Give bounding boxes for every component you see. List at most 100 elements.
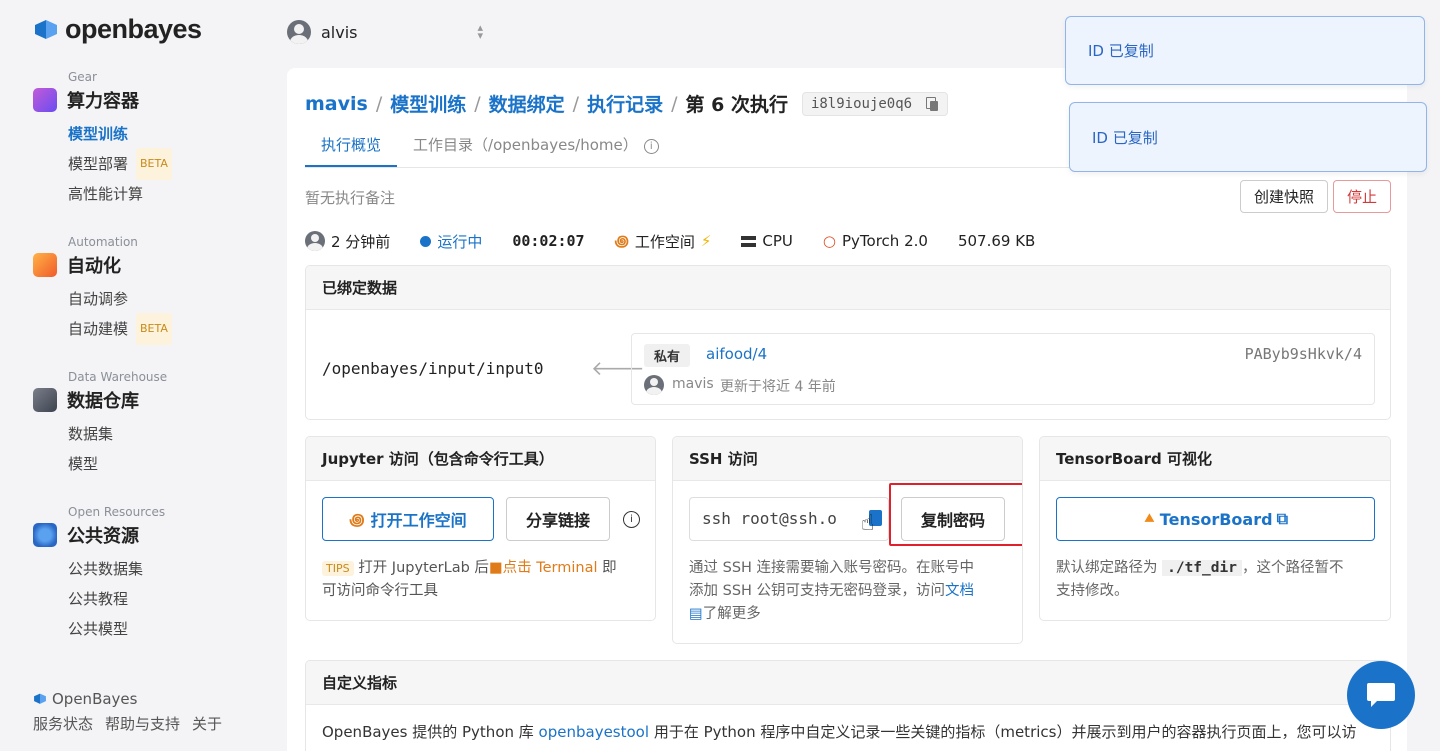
community-icon <box>33 523 57 547</box>
dataset-card[interactable]: 私有 aifood/4 PAByb9sHkvk/4 mavis 更新于将近 4 … <box>631 333 1375 405</box>
page-title: 第 6 次执行 <box>685 94 788 116</box>
stop-button[interactable]: 停止 <box>1333 180 1391 213</box>
sidebar-item-model-deploy[interactable]: 模型部署 BETA <box>68 148 172 180</box>
nav-section-automation: Automation 自动化 自动调参 自动建模 BETA <box>33 235 172 345</box>
meta-workspace-text: 工作空间 <box>634 232 695 251</box>
tensorboard-description: 默认绑定路径为 ./tf_dir ，这个路径暂不 支持修改。 <box>1056 557 1378 603</box>
status-text: 运行中 <box>437 232 483 251</box>
copy-icon[interactable] <box>926 96 939 111</box>
highlight-box <box>889 483 1022 546</box>
breadcrumb-separator: / <box>474 92 481 115</box>
private-badge: 私有 <box>644 344 691 367</box>
sidebar-item-models[interactable]: 模型 <box>68 449 167 479</box>
breadcrumb-item[interactable]: 执行记录 <box>587 90 663 117</box>
ssh-panel: SSH 访问 ssh root@ssh.o ☝ 复制密码 通过 SSH 连接需要… <box>672 436 1023 644</box>
tensorboard-button[interactable]: ⯅ TensorBoard ⧉ <box>1056 497 1375 541</box>
nav-section-title[interactable]: 算力容器 <box>67 87 139 113</box>
ssh-command-field[interactable]: ssh root@ssh.o <box>689 497 889 541</box>
nav-section-public: Open Resources 公共资源 公共数据集 公共教程 公共模型 <box>33 505 165 644</box>
breadcrumb-item[interactable]: mavis <box>305 93 368 115</box>
user-name: alvis <box>321 22 358 42</box>
tab-workdir[interactable]: 工作目录（/openbayes/home） i <box>397 128 675 167</box>
sidebar-item-public-tutorials[interactable]: 公共教程 <box>68 584 165 614</box>
user-switcher[interactable]: alvis ▴ ▾ <box>287 20 483 44</box>
tensorboard-label: TensorBoard <box>1159 509 1273 529</box>
nav-section-subtitle: Gear <box>68 70 97 84</box>
info-icon: i <box>643 139 659 154</box>
sidebar-item-model-training[interactable]: 模型训练 <box>68 119 172 149</box>
sidebar-item-label: 公共教程 <box>68 590 129 608</box>
cursor-hand-icon: ☝ <box>861 511 875 536</box>
toast-notification: ID 已复制 <box>1069 102 1427 172</box>
footer-link-about[interactable]: 关于 <box>192 713 222 734</box>
metrics-text: OpenBayes 提供的 Python 库 <box>322 723 534 741</box>
ssh-description: 通过 SSH 连接需要输入账号密码。在账号中 添加 SSH 公钥可支持无密码登录… <box>689 557 1011 626</box>
create-snapshot-button[interactable]: 创建快照 <box>1240 180 1328 213</box>
ssh-doc-link[interactable]: 文档 <box>945 583 974 599</box>
sidebar-item-label: 高性能计算 <box>68 185 144 203</box>
footer-link-status[interactable]: 服务状态 <box>33 713 93 734</box>
nav-section-title[interactable]: 数据仓库 <box>67 387 139 413</box>
breadcrumb-item[interactable]: 模型训练 <box>390 90 466 117</box>
terminal-icon: ■ <box>488 560 503 576</box>
tab-overview[interactable]: 执行概览 <box>305 128 398 167</box>
toast-notification: ID 已复制 <box>1065 16 1425 85</box>
sidebar-item-public-models[interactable]: 公共模型 <box>68 614 165 644</box>
jupyter-panel: Jupyter 访问（包含命令行工具） ꩜ 打开工作空间 分享链接 i TIPS … <box>305 436 656 621</box>
beta-badge: BETA <box>136 313 172 345</box>
chevron-updown-icon: ▴ ▾ <box>477 21 484 42</box>
book-icon: ▤ <box>689 606 703 622</box>
sidebar-item-automl[interactable]: 自动建模 BETA <box>68 313 172 345</box>
execution-id-box[interactable]: i8l9iouje0q6 <box>801 91 949 116</box>
brand-logo[interactable]: openbayes <box>33 14 202 45</box>
footer-link-help[interactable]: 帮助与支持 <box>105 713 180 734</box>
chat-button[interactable] <box>1347 661 1415 729</box>
nav-section-title[interactable]: 自动化 <box>67 252 121 278</box>
sidebar-item-label: 模型训练 <box>68 125 129 143</box>
tab-label: 执行概览 <box>321 136 382 154</box>
dataset-version: PAByb9sHkvk/4 <box>1244 345 1362 363</box>
breadcrumb-item[interactable]: 数据绑定 <box>489 90 565 117</box>
sidebar-item-label: 自动建模 <box>68 320 129 338</box>
open-workspace-button[interactable]: ꩜ 打开工作空间 <box>322 497 494 541</box>
mount-path: /openbayes/input/input0 <box>322 359 544 378</box>
panel-title: Jupyter 访问（包含命令行工具） <box>306 437 655 481</box>
sidebar-item-hpc[interactable]: 高性能计算 <box>68 179 172 209</box>
jupyter-tips: TIPS 打开 JupyterLab 后■点击 Terminal 即 可访问命令… <box>322 557 642 603</box>
openbayestool-link[interactable]: openbayestool <box>539 723 649 741</box>
nav-section-title[interactable]: 公共资源 <box>67 522 139 548</box>
chat-bubble-icon <box>1367 683 1395 707</box>
nav-section-subtitle: Data Warehouse <box>68 370 168 384</box>
meta-workspace: ꩜ 工作空间 ⚡ <box>615 230 712 252</box>
beta-badge: BETA <box>136 148 172 180</box>
dataset-owner: mavis <box>672 376 714 392</box>
nav-section-subtitle: Automation <box>68 235 138 249</box>
nav-section-subtitle: Open Resources <box>68 505 166 519</box>
tb-desc-text: 支持修改。 <box>1056 583 1129 599</box>
status-badge: 运行中 <box>420 231 482 252</box>
ssh-desc-text: 添加 SSH 公钥可支持无密码登录，访问 <box>689 583 946 599</box>
avatar <box>644 375 664 395</box>
sidebar-item-datasets[interactable]: 数据集 <box>68 419 167 449</box>
meta-size: 507.69 KB <box>957 232 1036 250</box>
breadcrumb-separator: / <box>572 92 580 115</box>
dataset-updated: 更新于将近 4 年前 <box>720 379 836 395</box>
status-dot-icon <box>420 235 432 247</box>
execution-note[interactable]: 暂无执行备注 <box>305 187 395 208</box>
tb-desc-text: 默认绑定路径为 <box>1056 560 1158 576</box>
sidebar-item-autotune[interactable]: 自动调参 <box>68 284 172 314</box>
sidebar-item-public-datasets[interactable]: 公共数据集 <box>68 554 165 584</box>
share-link-button[interactable]: 分享链接 <box>506 497 610 541</box>
dataset-link[interactable]: aifood/4 <box>706 345 767 363</box>
sidebar: openbayes Gear 算力容器 模型训练 模型部署 BETA 高性能计算 … <box>0 0 270 751</box>
info-icon[interactable]: i <box>623 511 640 528</box>
meta-resource: CPU <box>741 232 793 250</box>
panel-title: 自定义指标 <box>306 661 1390 705</box>
nav-section-warehouse: Data Warehouse 数据仓库 数据集 模型 <box>33 370 167 479</box>
pytorch-icon: ○ <box>822 232 836 250</box>
execution-id: i8l9iouje0q6 <box>810 95 913 112</box>
terminal-link[interactable]: 点击 Terminal <box>503 560 598 576</box>
tip-text: 即 <box>602 560 617 576</box>
toast-message: ID 已复制 <box>1092 128 1158 147</box>
nav-section-gear: Gear 算力容器 模型训练 模型部署 BETA 高性能计算 <box>33 70 172 209</box>
